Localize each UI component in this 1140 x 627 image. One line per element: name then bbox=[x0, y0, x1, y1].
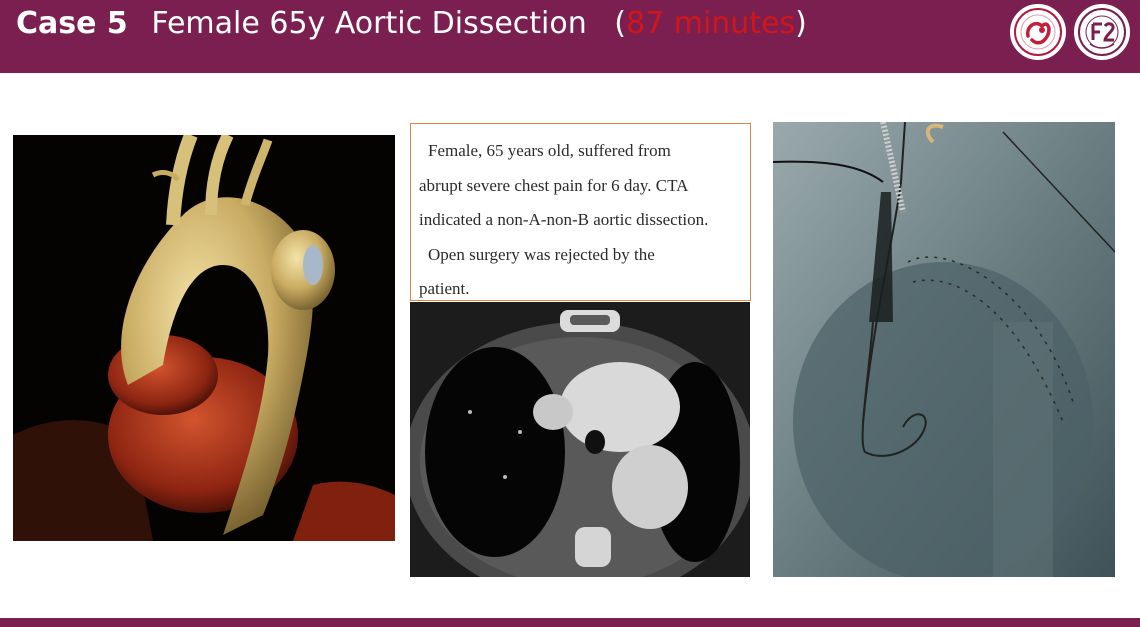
heart-logo-icon bbox=[1014, 8, 1062, 56]
slide-title: Case 5 Female 65y Aortic Dissection (87 … bbox=[16, 4, 807, 44]
paren-open: ( bbox=[614, 6, 627, 41]
description-line-4: Open surgery was rejected by the bbox=[428, 244, 655, 264]
description-line-2: abrupt severe chest pain for 6 day. CTA bbox=[419, 175, 689, 195]
hospital-logo-1 bbox=[1010, 4, 1066, 60]
paren-close: ) bbox=[795, 6, 807, 41]
header-bar: Case 5 Female 65y Aortic Dissection (87 … bbox=[0, 0, 1140, 73]
ct-axial-scan-image bbox=[410, 302, 750, 577]
case-label: Case 5 bbox=[16, 6, 128, 41]
angiography-image bbox=[773, 122, 1115, 577]
title-text: Female 65y Aortic Dissection bbox=[151, 6, 587, 41]
description-line-1: Female, 65 years old, suffered from bbox=[428, 141, 671, 160]
case-description-box: Female, 65 years old, suffered from abru… bbox=[410, 123, 751, 301]
footer-bar bbox=[0, 618, 1140, 627]
seal-logo-icon bbox=[1078, 8, 1126, 56]
aorta-3d-reconstruction-image bbox=[13, 135, 395, 541]
duration-text: 87 minutes bbox=[626, 6, 796, 41]
description-line-3: indicated a non-A-non-B aortic dissectio… bbox=[419, 210, 709, 229]
hospital-logo-2 bbox=[1074, 4, 1130, 60]
